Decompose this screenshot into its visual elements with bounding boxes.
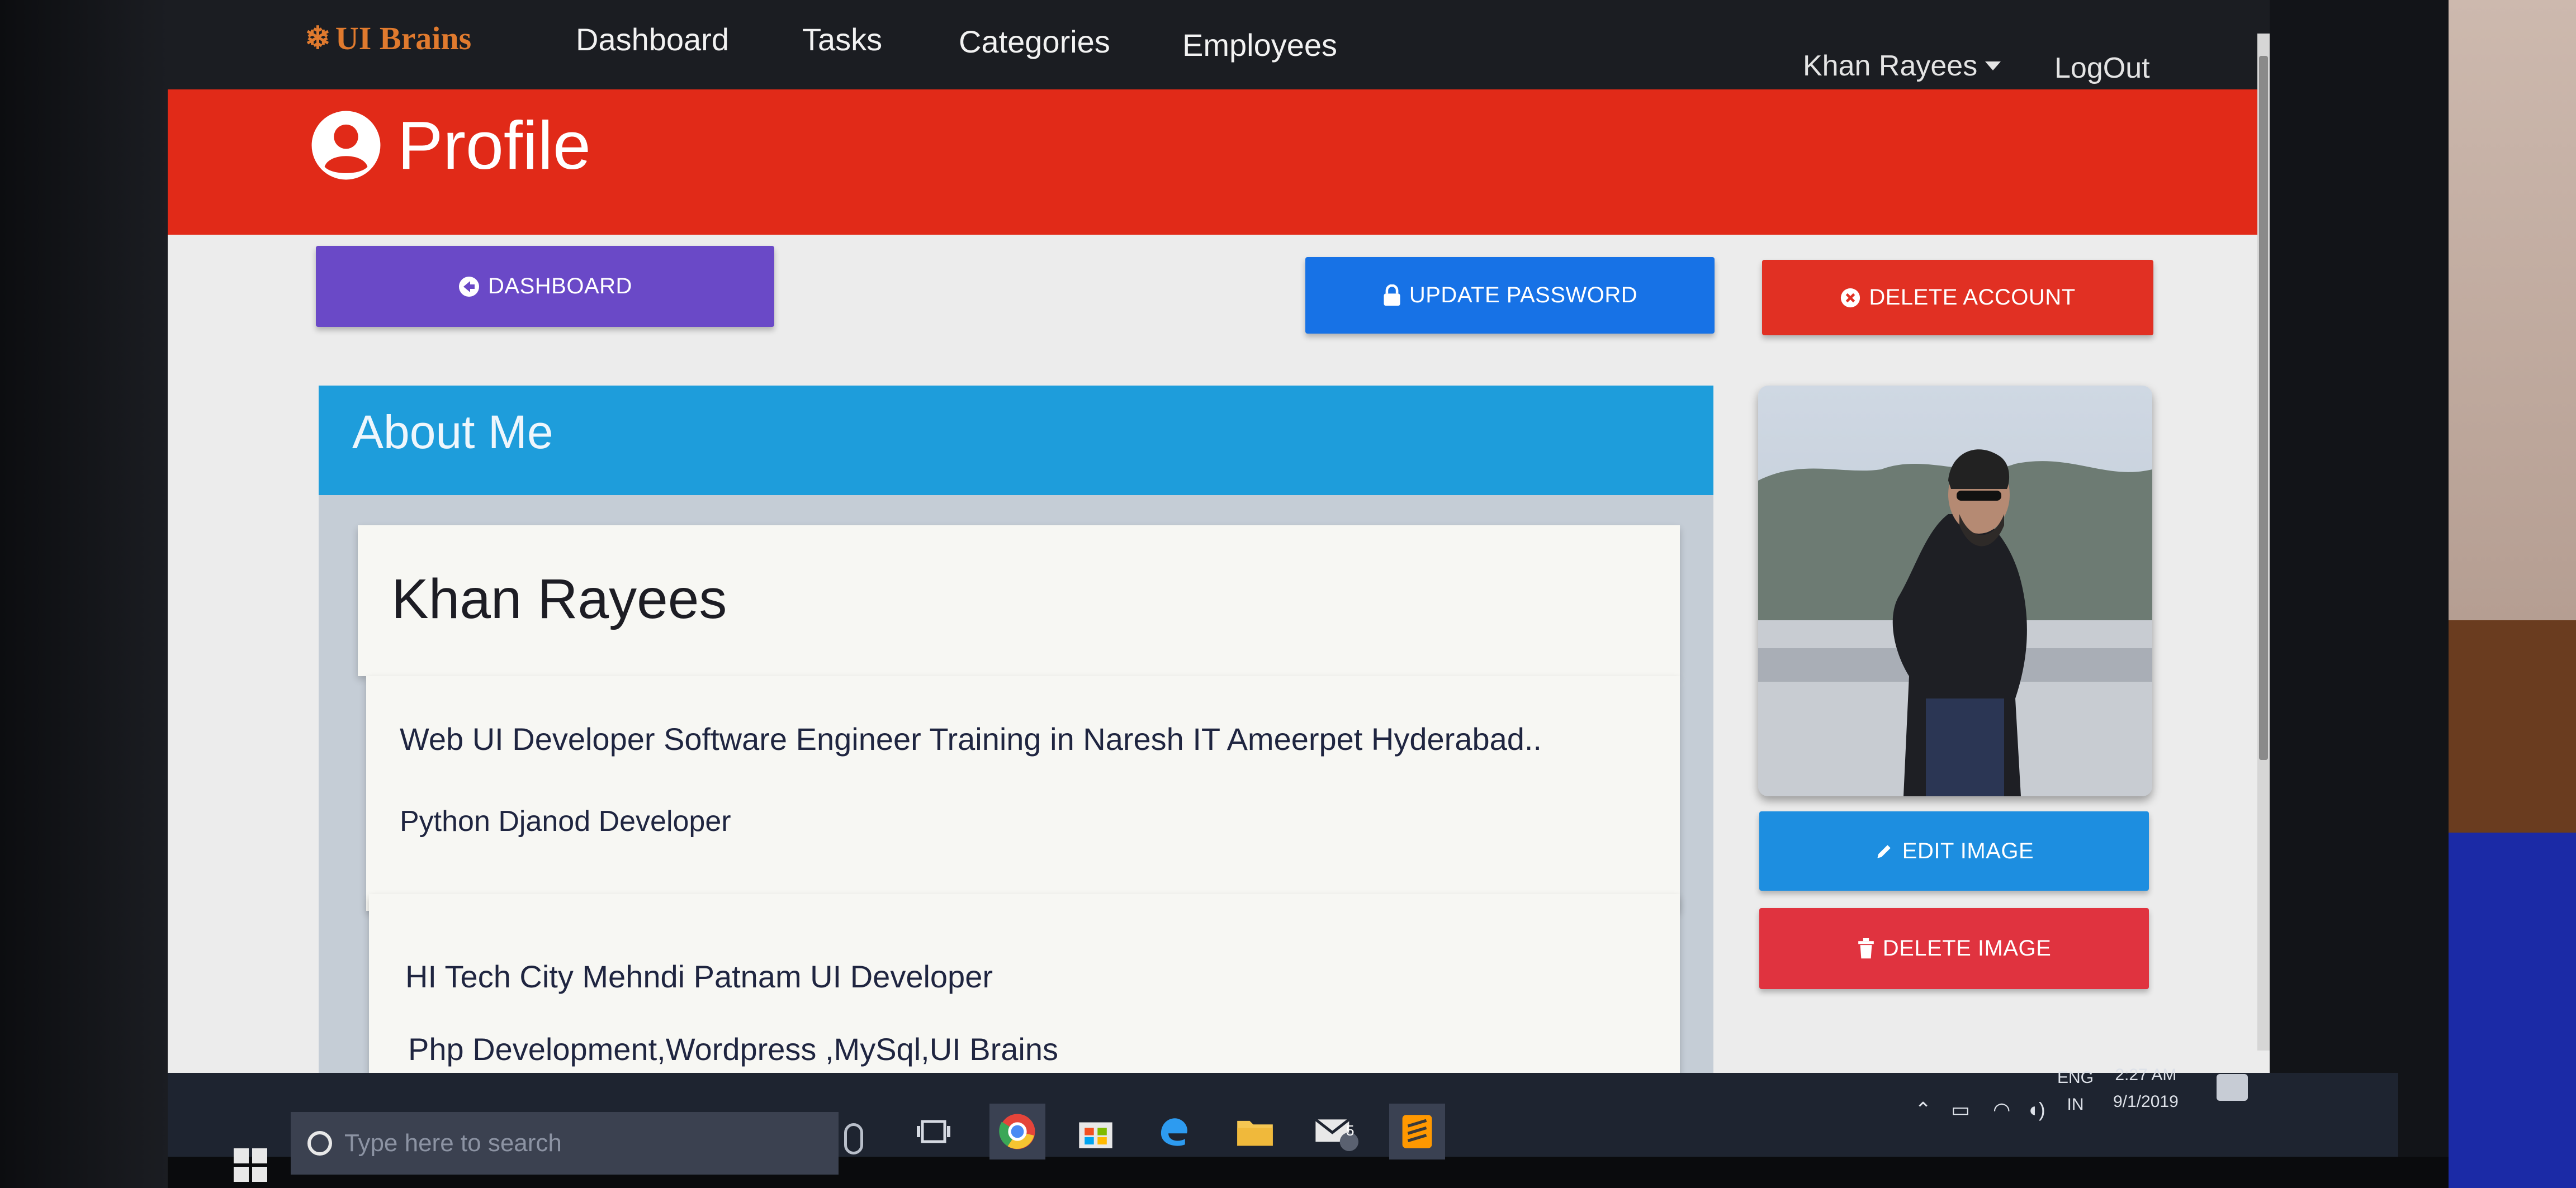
taskbar-search-box[interactable]: Type here to search [291, 1112, 839, 1175]
store-icon[interactable] [1068, 1104, 1124, 1160]
nav-link-categories[interactable]: Categories [959, 23, 1110, 60]
background-cloth [2449, 833, 2576, 1188]
nav-link-dashboard[interactable]: Dashboard [576, 21, 729, 58]
edge-icon[interactable] [1146, 1104, 1202, 1160]
background-wall [2449, 0, 2576, 620]
tray-language[interactable]: ENG IN [2057, 1065, 2094, 1118]
sublime-text-icon[interactable] [1389, 1104, 1445, 1160]
cortana-icon [307, 1131, 332, 1156]
about-line-skill: Python Djanod Developer [400, 805, 731, 838]
logout-link[interactable]: LogOut [2054, 51, 2150, 85]
nav-link-employees[interactable]: Employees [1182, 27, 1337, 63]
tray-date: 9/1/2019 [2113, 1092, 2179, 1111]
user-menu-dropdown[interactable]: Khan Rayees [1803, 49, 2001, 83]
page-title: Profile [310, 106, 591, 184]
update-password-label: UPDATE PASSWORD [1409, 283, 1638, 307]
user-circle-icon [311, 111, 381, 180]
trash-icon [1858, 938, 1874, 958]
user-name: Khan Rayees [1803, 50, 1978, 82]
delete-image-label: DELETE IMAGE [1882, 936, 2052, 961]
profile-photo [1758, 386, 2152, 796]
about-line-title: Web UI Developer Software Engineer Train… [400, 721, 1542, 757]
edit-image-button[interactable]: EDIT IMAGE [1759, 811, 2149, 891]
caret-down-icon [1985, 61, 2001, 70]
monitor-bezel [0, 0, 168, 1188]
tray-region-code: IN [2067, 1095, 2084, 1114]
tray-language-code: ENG [2057, 1068, 2094, 1087]
nav-link-tasks[interactable]: Tasks [802, 21, 882, 58]
about-line-stack: Php Development,Wordpress ,MySql,UI Brai… [408, 1032, 1058, 1067]
windows-start-icon[interactable] [234, 1148, 267, 1182]
edit-image-label: EDIT IMAGE [1902, 838, 2034, 863]
page-title-text: Profile [397, 107, 591, 183]
background-desk [2449, 620, 2576, 833]
tray-chevron-up-icon[interactable]: ⌃ [1915, 1098, 1931, 1122]
delete-account-label: DELETE ACCOUNT [1869, 285, 2076, 310]
snowflake-icon: ❄ [305, 21, 331, 56]
browser-viewport: ❄ UI Brains Dashboard Tasks Categories E… [168, 0, 2270, 1073]
tray-battery-icon[interactable]: ▭ [1951, 1098, 1970, 1122]
chrome-icon[interactable] [989, 1104, 1045, 1160]
file-explorer-icon[interactable] [1227, 1104, 1283, 1160]
search-placeholder: Type here to search [344, 1129, 562, 1157]
pencil-icon [1877, 845, 1891, 858]
delete-account-button[interactable]: DELETE ACCOUNT [1762, 260, 2153, 335]
tray-volume-icon[interactable]: ◖) [2026, 1098, 2045, 1122]
task-view-icon[interactable] [906, 1104, 962, 1160]
brand-name: UI Brains [335, 20, 472, 56]
arrow-circle-left-icon [459, 276, 480, 297]
dashboard-button-label: DASHBOARD [488, 274, 632, 298]
tray-time: 2:27 AM [2115, 1066, 2177, 1084]
scrollbar-thumb[interactable] [2259, 56, 2268, 760]
tray-clock[interactable]: 2:27 AM 9/1/2019 [2113, 1062, 2179, 1115]
about-line-location: HI Tech City Mehndi Patnam UI Developer [405, 959, 993, 994]
brand-logo[interactable]: ❄ UI Brains [305, 20, 471, 57]
times-circle-icon [1841, 288, 1860, 307]
about-heading: About Me [352, 406, 553, 458]
microphone-icon[interactable] [844, 1123, 863, 1154]
update-password-button[interactable]: UPDATE PASSWORD [1305, 257, 1715, 334]
action-center-icon[interactable] [2217, 1074, 2248, 1101]
delete-image-button[interactable]: DELETE IMAGE [1759, 908, 2149, 989]
dashboard-button[interactable]: DASHBOARD [316, 246, 774, 327]
mail-badge-count: 5 [1346, 1122, 1355, 1139]
profile-name: Khan Rayees [391, 568, 727, 630]
about-info-card [366, 676, 1680, 911]
person-photo-image [1758, 386, 2152, 796]
tray-wifi-icon[interactable]: ◠ [1993, 1098, 2010, 1122]
mail-icon[interactable] [1308, 1104, 1364, 1160]
lock-icon [1384, 284, 1400, 306]
